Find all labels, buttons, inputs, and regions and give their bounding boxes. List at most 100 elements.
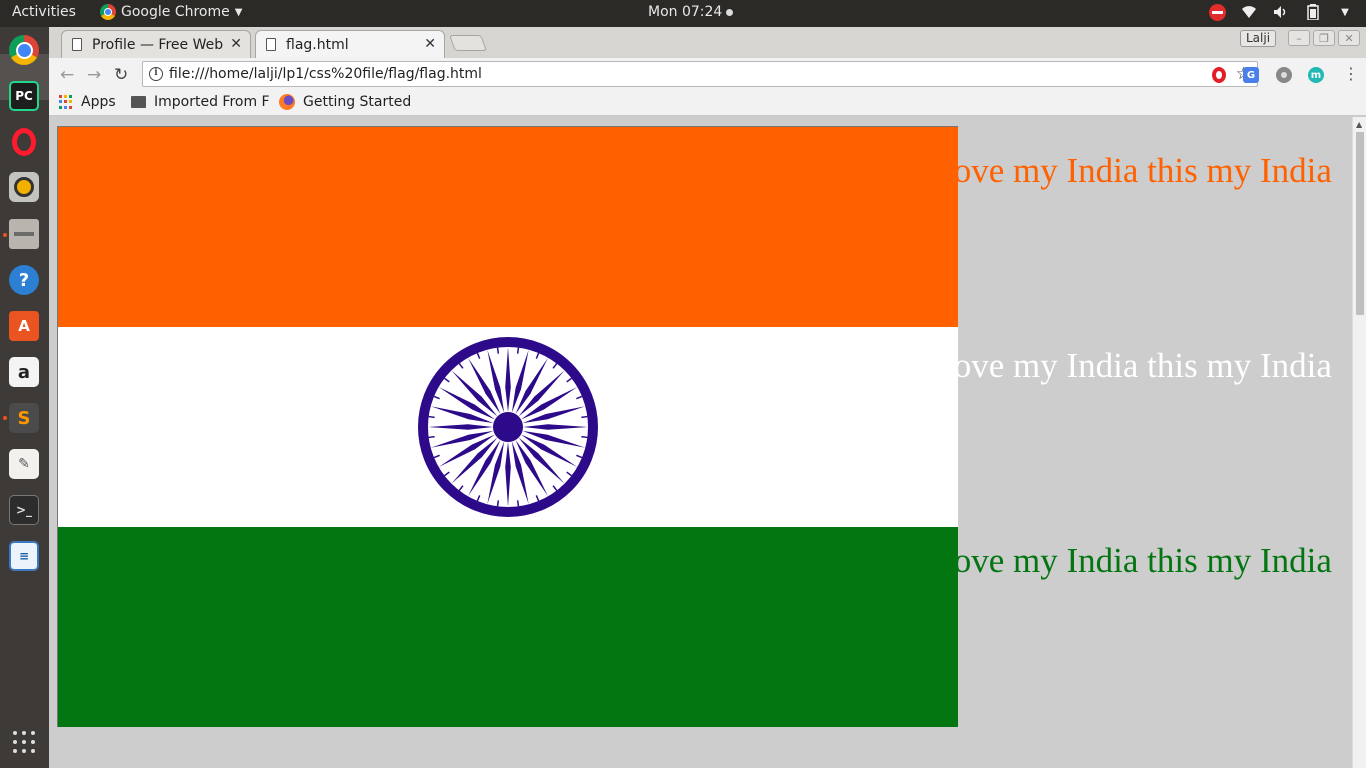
chakra-notch <box>458 363 464 369</box>
chakra-notch <box>552 485 558 491</box>
text-editor-icon[interactable]: ✎ <box>9 449 39 479</box>
chevron-down-icon: ▼ <box>234 6 243 18</box>
notification-dot-icon <box>726 8 734 16</box>
bookmark-label: Getting Started <box>303 94 412 110</box>
tab-title: Profile — Free Web <box>92 36 224 53</box>
chakra-notch <box>496 347 500 354</box>
tab-strip: Profile — Free Web ✕ flag.html ✕ Lalji –… <box>49 27 1366 58</box>
forward-arrow-icon[interactable]: → <box>87 65 101 85</box>
scroll-up-arrow-icon[interactable]: ▲ <box>1356 120 1362 129</box>
chakra-notch <box>552 363 558 369</box>
scrollbar-thumb[interactable] <box>1356 132 1364 315</box>
m-extension-icon[interactable]: m <box>1308 67 1324 83</box>
software-store-icon[interactable]: A <box>9 311 39 341</box>
clock-label: Mon 07:24 <box>648 4 723 20</box>
ashoka-chakra-icon <box>418 337 598 517</box>
love-text-saffron: love my India this my India <box>944 151 1332 190</box>
bookmarks-bar: Apps Imported From F Getting Started <box>49 90 1366 116</box>
chakra-notch <box>428 435 435 439</box>
document-icon <box>72 38 82 51</box>
bookmark-imported[interactable]: Imported From F <box>131 94 270 110</box>
maximize-button[interactable]: ❐ <box>1313 30 1335 46</box>
page-viewport: love my India this my India love my Indi… <box>49 117 1352 768</box>
opera-extension-icon[interactable] <box>1212 67 1226 83</box>
chrome-window: Profile — Free Web ✕ flag.html ✕ Lalji –… <box>49 27 1366 768</box>
tab-profile[interactable]: Profile — Free Web ✕ <box>61 30 251 58</box>
chakra-spoke <box>505 347 511 412</box>
top-bar: Activities Google Chrome ▼ Mon 07:24 ▼ <box>0 0 1366 27</box>
address-bar[interactable]: i file:///home/lalji/lp1/css%20file/flag… <box>142 61 1258 87</box>
chakra-notch <box>444 377 450 383</box>
back-arrow-icon[interactable]: ← <box>60 65 74 85</box>
clock[interactable]: Mon 07:24 <box>648 4 734 20</box>
no-entry-icon[interactable] <box>1209 3 1226 21</box>
flag-white-stripe <box>58 327 958 527</box>
show-applications-icon[interactable] <box>13 731 35 753</box>
sublime-text-icon[interactable]: S <box>9 403 39 433</box>
files-icon[interactable] <box>9 219 39 249</box>
firefox-icon <box>279 94 295 110</box>
system-tray[interactable]: ▼ <box>1209 3 1354 21</box>
tab-title: flag.html <box>286 36 349 53</box>
battery-icon[interactable] <box>1304 3 1322 21</box>
india-flag <box>57 126 958 727</box>
vertical-scrollbar[interactable]: ▲ <box>1352 117 1366 768</box>
chakra-notch <box>535 352 540 359</box>
document-icon <box>266 38 276 51</box>
url-text[interactable]: file:///home/lalji/lp1/css%20file/flag/f… <box>169 66 482 82</box>
dock: PC ? A a S ✎ >_ ≡ <box>0 27 49 768</box>
tab-flag[interactable]: flag.html ✕ <box>255 30 445 58</box>
chakra-notch <box>566 377 572 383</box>
rhythmbox-icon[interactable] <box>9 172 39 202</box>
close-icon[interactable]: ✕ <box>424 36 436 52</box>
app-menu[interactable]: Google Chrome ▼ <box>100 4 242 20</box>
bookmark-apps[interactable]: Apps <box>59 94 116 110</box>
chakra-notch <box>433 395 440 400</box>
chakra-notch <box>581 435 588 439</box>
pycharm-icon[interactable]: PC <box>9 81 39 111</box>
activities-button[interactable]: Activities <box>12 4 76 20</box>
reload-icon[interactable]: ↻ <box>114 65 128 85</box>
chakra-spoke <box>428 424 493 430</box>
bookmark-label: Apps <box>81 94 116 110</box>
close-icon[interactable]: ✕ <box>230 36 242 52</box>
chakra-notch <box>476 352 481 359</box>
chakra-notch <box>496 500 500 507</box>
opera-icon[interactable] <box>9 127 39 157</box>
chakra-spoke <box>505 442 511 507</box>
folder-icon <box>131 96 146 108</box>
chakra-notch <box>458 485 464 491</box>
app-menu-label: Google Chrome <box>121 4 230 20</box>
extension-icon[interactable] <box>1276 67 1292 83</box>
amazon-icon[interactable]: a <box>9 357 39 387</box>
menu-kebab-icon[interactable]: ⋮ <box>1343 64 1359 83</box>
chakra-notch <box>516 347 520 354</box>
chakra-notch <box>516 500 520 507</box>
writer-icon[interactable]: ≡ <box>9 541 39 571</box>
new-tab-button[interactable] <box>449 35 487 51</box>
chakra-notch <box>576 454 583 459</box>
help-icon[interactable]: ? <box>9 265 39 295</box>
running-indicator-icon <box>3 416 7 420</box>
bookmark-label: Imported From F <box>154 94 270 110</box>
chrome-icon <box>100 4 116 20</box>
love-text-green: love my India this my India <box>944 541 1332 580</box>
chakra-notch <box>428 415 435 419</box>
chakra-notch <box>476 495 481 502</box>
running-indicator-icon <box>3 233 7 237</box>
terminal-icon[interactable]: >_ <box>9 495 39 525</box>
apps-grid-icon <box>59 95 73 109</box>
chrome-icon[interactable] <box>9 35 39 65</box>
wifi-icon[interactable] <box>1240 3 1258 21</box>
volume-icon[interactable] <box>1272 3 1290 21</box>
chevron-down-icon[interactable]: ▼ <box>1336 3 1354 21</box>
love-text-white: love my India this my India <box>944 346 1332 385</box>
minimize-button[interactable]: – <box>1288 30 1310 46</box>
translate-extension-icon[interactable]: G <box>1243 67 1259 83</box>
chakra-notch <box>576 395 583 400</box>
close-window-button[interactable]: ✕ <box>1338 30 1360 46</box>
profile-button[interactable]: Lalji <box>1240 30 1277 47</box>
bookmark-getting-started[interactable]: Getting Started <box>279 94 411 110</box>
chakra-spoke <box>523 424 588 430</box>
info-icon[interactable]: i <box>149 67 163 81</box>
